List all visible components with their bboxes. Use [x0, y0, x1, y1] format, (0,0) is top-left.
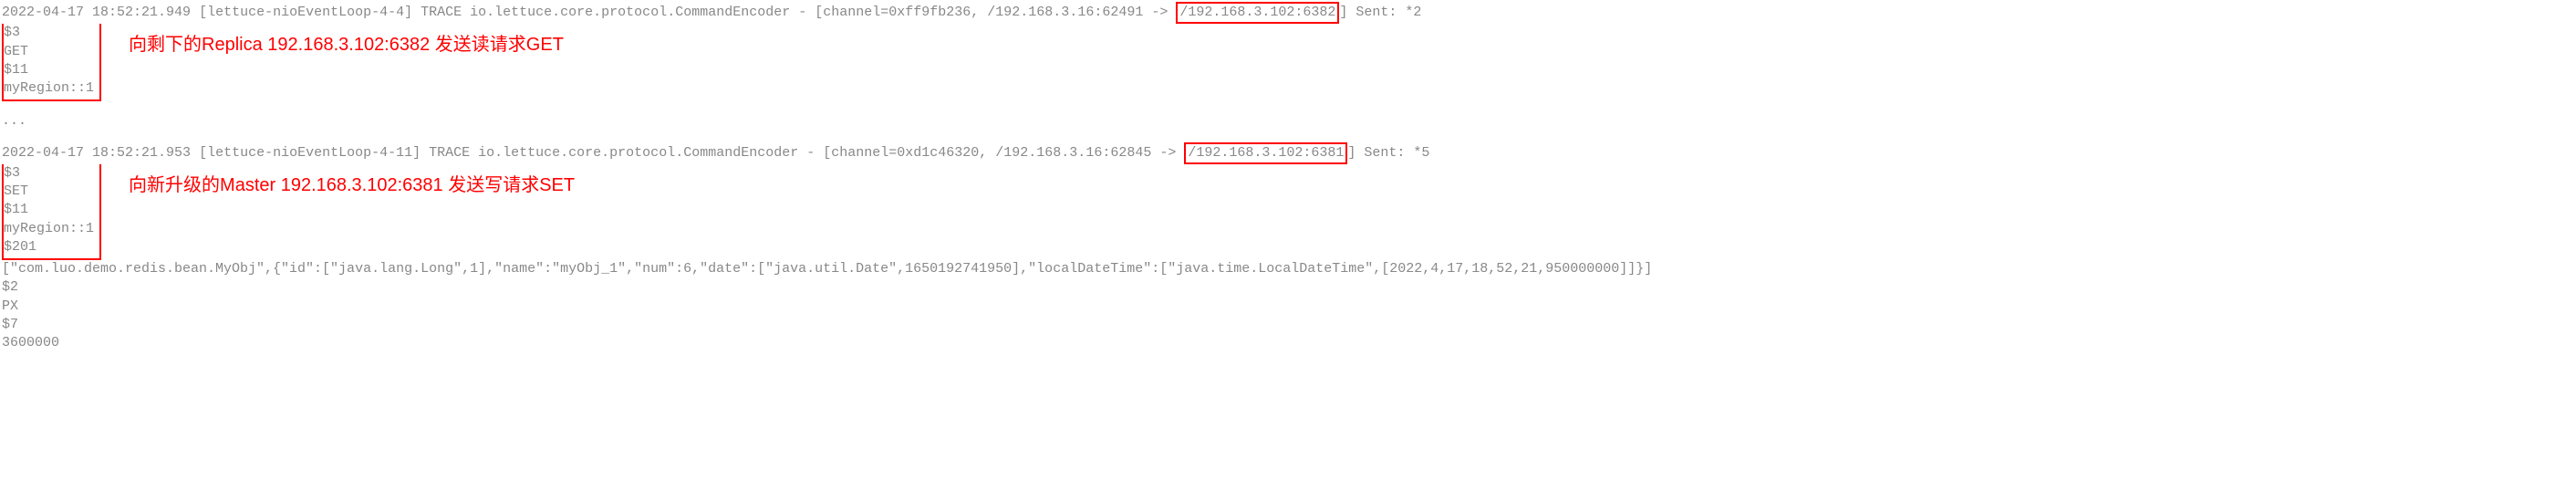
cmd-line: $11 — [4, 201, 94, 219]
highlight-target-2: /192.168.3.102:6381 — [1184, 142, 1347, 164]
highlight-target-1: /192.168.3.102:6382 — [1176, 2, 1339, 24]
log-entry-1: 2022-04-17 18:52:21.949 [lettuce-nioEven… — [2, 2, 2574, 24]
timestamp: 2022-04-17 18:52:21.949 — [2, 5, 191, 20]
cmd-block-2: $3 SET $11 myRegion::1 $201 — [2, 164, 101, 260]
level: TRACE — [429, 145, 470, 161]
cmd-line: PX — [2, 298, 2574, 316]
annotation-2: 向新升级的Master 192.168.3.102:6381 发送写请求SET — [129, 173, 575, 198]
cmd-line: $7 — [2, 316, 2574, 334]
cmd-line: $201 — [4, 238, 94, 256]
timestamp: 2022-04-17 18:52:21.953 — [2, 145, 191, 161]
thread: [lettuce-nioEventLoop-4-4] — [199, 5, 412, 20]
cmd-line: $11 — [4, 61, 94, 79]
dash: - — [798, 5, 806, 20]
cmd-line: SET — [4, 183, 94, 201]
cmd-block-1: $3 GET $11 myRegion::1 — [2, 24, 101, 101]
log-entry-2: 2022-04-17 18:52:21.953 [lettuce-nioEven… — [2, 142, 2574, 164]
channel-post: ] Sent: *5 — [1347, 145, 1429, 161]
cmd-line: myRegion::1 — [4, 79, 94, 98]
logger: io.lettuce.core.protocol.CommandEncoder — [478, 145, 798, 161]
payload-line: ["com.luo.demo.redis.bean.MyObj",{"id":[… — [2, 260, 2574, 278]
cmd-line: $3 — [4, 164, 94, 183]
level: TRACE — [421, 5, 462, 20]
separator: ... — [2, 112, 2574, 131]
cmd-line: myRegion::1 — [4, 220, 94, 238]
cmd-row-1: $3 GET $11 myRegion::1 向剩下的Replica 192.1… — [2, 24, 2574, 101]
cmd-line: $2 — [2, 278, 2574, 297]
channel-pre: [channel=0xd1c46320, /192.168.3.16:62845… — [823, 145, 1176, 161]
cmd-row-2: $3 SET $11 myRegion::1 $201 向新升级的Master … — [2, 164, 2574, 260]
logger: io.lettuce.core.protocol.CommandEncoder — [470, 5, 790, 20]
cmd-line: GET — [4, 43, 94, 61]
channel-post: ] Sent: *2 — [1339, 5, 1421, 20]
dash: - — [806, 145, 815, 161]
thread: [lettuce-nioEventLoop-4-11] — [199, 145, 421, 161]
channel-pre: [channel=0xff9fb236, /192.168.3.16:62491… — [815, 5, 1168, 20]
cmd-line: 3600000 — [2, 334, 2574, 352]
annotation-1: 向剩下的Replica 192.168.3.102:6382 发送读请求GET — [129, 33, 564, 58]
cmd-line: $3 — [4, 24, 94, 42]
